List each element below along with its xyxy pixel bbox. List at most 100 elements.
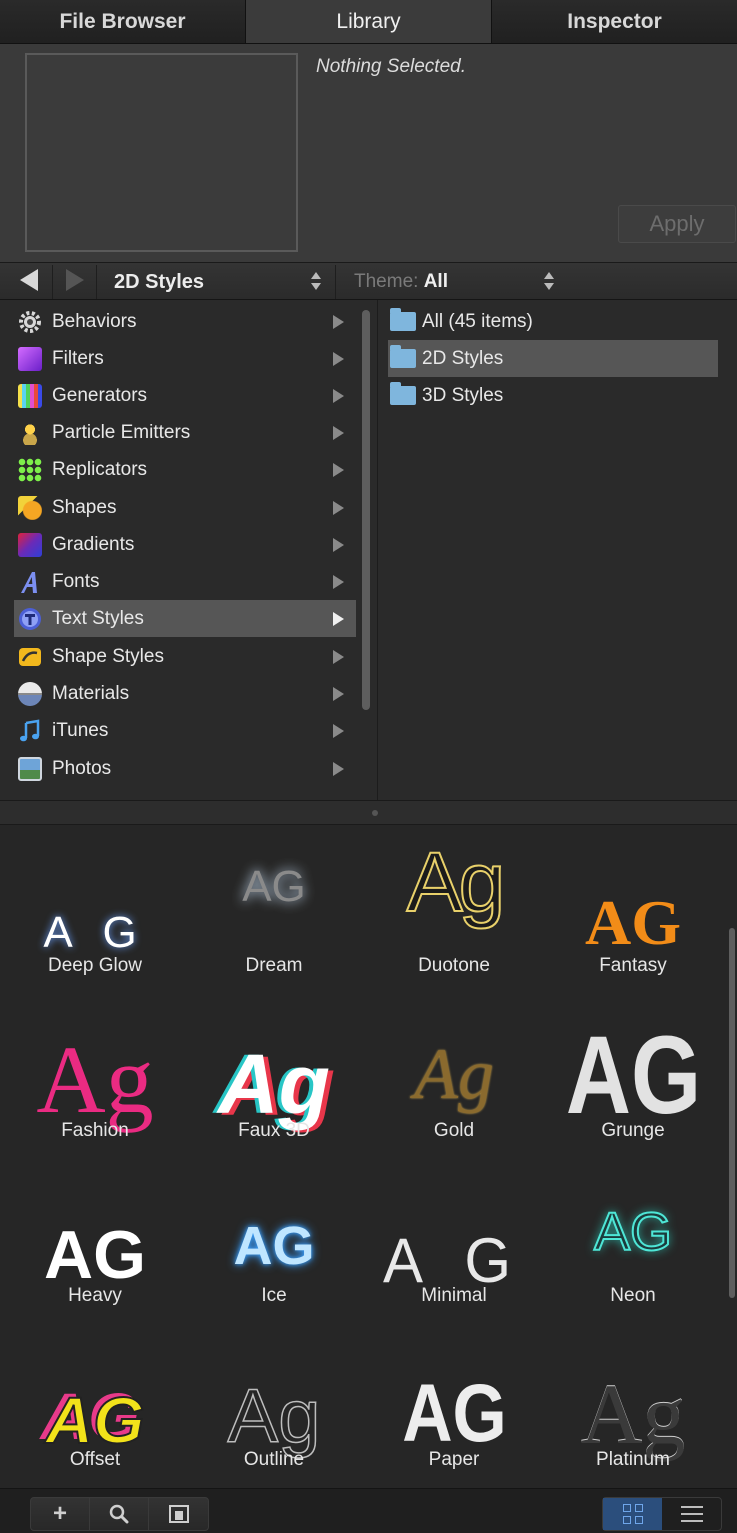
tab-file-browser[interactable]: File Browser — [0, 0, 246, 43]
style-tile-duotone[interactable]: Ag Duotone — [364, 825, 544, 990]
folder-label: 3D Styles — [422, 384, 504, 406]
category-label: Particle Emitters — [52, 421, 191, 443]
preview-area: Nothing Selected. Apply — [0, 44, 737, 262]
folder-icon — [390, 345, 416, 368]
category-fonts[interactable]: Fonts — [14, 563, 356, 600]
icon-view-button[interactable] — [603, 1498, 662, 1530]
category-label: Materials — [52, 682, 130, 704]
category-text-styles[interactable]: Text Styles — [14, 600, 356, 637]
category-label: Text Styles — [52, 607, 144, 629]
updown-arrows-icon[interactable] — [543, 272, 555, 292]
style-grid-scrollbar[interactable] — [729, 928, 735, 1298]
style-tile-paper[interactable]: AG Paper — [364, 1319, 544, 1484]
folder-all[interactable]: All (45 items) — [388, 303, 718, 340]
style-tile-outline[interactable]: Ag Outline — [184, 1319, 364, 1484]
category-gradients[interactable]: Gradients — [14, 526, 356, 563]
tab-bar: File Browser Library Inspector — [0, 0, 737, 44]
folder-icon — [390, 382, 416, 405]
style-label: Fantasy — [599, 955, 667, 976]
folder-2d-styles[interactable]: 2D Styles — [388, 340, 718, 377]
folder-label: All (45 items) — [422, 310, 533, 332]
style-label: Ice — [261, 1285, 287, 1306]
style-sample: Ag — [36, 1026, 154, 1133]
style-sample: Ag — [580, 1366, 686, 1462]
style-tile-grunge[interactable]: AG Grunge — [543, 990, 723, 1155]
style-label: Heavy — [68, 1285, 122, 1306]
disclosure-arrow-icon — [333, 315, 344, 329]
style-preview: Ag — [543, 1319, 723, 1457]
style-tile-platinum[interactable]: Ag Platinum — [543, 1319, 723, 1484]
style-tile-dream[interactable]: AG Dream — [184, 825, 364, 990]
updown-arrows-icon[interactable] — [310, 272, 322, 292]
apply-button[interactable]: Apply — [618, 205, 736, 243]
category-photos[interactable]: Photos — [14, 750, 356, 787]
category-generators[interactable]: Generators — [14, 377, 356, 414]
style-tile-heavy[interactable]: AG Heavy — [5, 1155, 185, 1320]
forward-arrow-icon[interactable] — [66, 269, 84, 291]
style-tile-gold[interactable]: Ag Gold — [364, 990, 544, 1155]
disclosure-arrow-icon — [333, 724, 344, 738]
plus-icon: + — [52, 1500, 67, 1527]
disclosure-arrow-icon — [333, 762, 344, 776]
style-preview: Ag — [364, 990, 544, 1120]
tab-inspector[interactable]: Inspector — [492, 0, 737, 43]
style-tile-fantasy[interactable]: AG Fantasy — [543, 825, 723, 990]
category-replicators[interactable]: Replicators — [14, 451, 356, 488]
style-preview: Ag — [184, 1319, 364, 1456]
style-preview: A G — [364, 1155, 544, 1292]
category-scrollbar[interactable] — [362, 310, 370, 710]
category-materials[interactable]: Materials — [14, 675, 356, 712]
pane-splitter[interactable] — [0, 800, 737, 825]
category-behaviors[interactable]: Behaviors — [14, 303, 356, 340]
style-preview: Ag — [184, 990, 364, 1126]
style-tile-deep-glow[interactable]: A G Deep Glow — [5, 825, 185, 990]
divider — [96, 265, 97, 299]
category-label: Fonts — [52, 570, 100, 592]
style-label: Fashion — [61, 1120, 129, 1141]
theme-popup[interactable]: Theme: All — [354, 271, 448, 293]
style-preview: AG — [543, 1155, 723, 1285]
folder-3d-styles[interactable]: 3D Styles — [388, 377, 718, 414]
style-preview: AG — [184, 1155, 364, 1285]
style-label: Outline — [243, 1449, 305, 1470]
style-tile-minimal[interactable]: A G Minimal — [364, 1155, 544, 1320]
category-label: Filters — [52, 347, 104, 369]
bottom-toolbar: + — [0, 1488, 737, 1533]
tab-library[interactable]: Library — [246, 0, 492, 43]
disclosure-arrow-icon — [333, 426, 344, 440]
style-sample: AG — [565, 1013, 701, 1137]
folder-icon — [390, 308, 416, 331]
theme-label: Theme: — [354, 271, 419, 292]
style-tile-fashion[interactable]: Ag Fashion — [5, 990, 185, 1155]
category-label: Gradients — [52, 533, 135, 555]
list-view-button[interactable] — [662, 1498, 721, 1530]
style-tile-neon[interactable]: AG Neon — [543, 1155, 723, 1320]
splitter-handle[interactable] — [372, 810, 378, 816]
shape-styles-icon — [19, 647, 41, 666]
style-sample: AG — [45, 1383, 146, 1457]
style-tile-offset[interactable]: AG Offset — [5, 1319, 185, 1484]
category-particle-emitters[interactable]: Particle Emitters — [14, 414, 356, 451]
category-filters[interactable]: Filters — [14, 340, 356, 377]
filters-icon — [18, 346, 42, 371]
add-button[interactable]: + — [31, 1498, 90, 1530]
style-label: Paper — [428, 1449, 480, 1470]
style-sample: AG — [401, 1368, 507, 1459]
style-tile-faux-3d[interactable]: Ag Faux 3D — [184, 990, 364, 1155]
preview-toggle-button[interactable] — [149, 1498, 208, 1530]
style-sample: AG — [233, 1216, 315, 1276]
disclosure-arrow-icon — [333, 538, 344, 552]
fonts-icon — [21, 571, 37, 593]
category-shapes[interactable]: Shapes — [14, 489, 356, 526]
disclosure-arrow-icon — [333, 389, 344, 403]
category-label: Replicators — [52, 458, 148, 480]
category-shape-styles[interactable]: Shape Styles — [14, 638, 356, 675]
search-button[interactable] — [90, 1498, 149, 1530]
back-arrow-icon[interactable] — [20, 269, 38, 291]
style-sample: Ag — [218, 1037, 330, 1131]
style-tile-ice[interactable]: AG Ice — [184, 1155, 364, 1320]
location-popup[interactable]: 2D Styles — [114, 271, 204, 294]
category-label: iTunes — [52, 719, 109, 741]
disclosure-arrow-icon — [333, 575, 344, 589]
category-itunes[interactable]: iTunes — [14, 712, 356, 749]
